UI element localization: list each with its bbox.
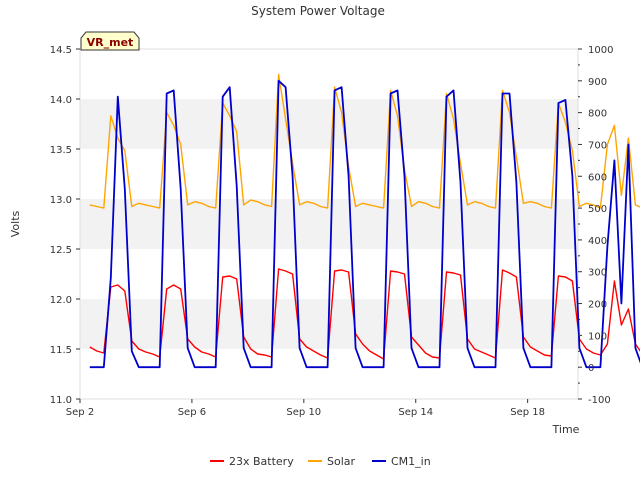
x-axis-label: Time	[552, 423, 580, 436]
vr-met-badge: VR_met	[80, 31, 140, 51]
y-right-tick-label: 400	[588, 236, 607, 247]
legend-label-23x-battery: 23x Battery	[229, 455, 294, 468]
y-axis-label: Volts	[9, 210, 22, 237]
y-left-tick-label: 13.5	[50, 145, 72, 156]
y-right-tick-label: 600	[588, 172, 607, 183]
x-tick-label: Sep 18	[510, 407, 545, 418]
y-left-tick-label: 14.5	[50, 45, 72, 56]
y-right-tick-label: 900	[588, 77, 607, 88]
x-tick-label: Sep 2	[66, 407, 94, 418]
y-left-tick-label: 14.0	[50, 95, 72, 106]
y-right-tick-label: 500	[588, 204, 607, 215]
chart-root: 11.0 11.5 12.0 12.5 13.0 13.5 14.0 14.5 -100 0 100…	[0, 0, 640, 480]
grid-band	[80, 99, 578, 149]
y-right-tick-label: -100	[588, 395, 611, 406]
y-right-tick-label: 700	[588, 140, 607, 151]
y-right-tick-label: 800	[588, 109, 607, 120]
y-right-tick-label: 1000	[588, 45, 613, 56]
x-tick-label: Sep 14	[398, 407, 433, 418]
x-tick-label: Sep 6	[178, 407, 206, 418]
y-right-tick-label: 200	[588, 300, 607, 311]
chart-svg: 11.0 11.5 12.0 12.5 13.0 13.5 14.0 14.5 -100 0 100…	[9, 4, 640, 468]
y-left-tick-label: 12.5	[50, 245, 72, 256]
legend: 23x Battery Solar CM1_in	[210, 455, 431, 468]
x-tick-label: Sep 10	[286, 407, 321, 418]
y-right-tick-label: 100	[588, 331, 607, 342]
y-left-tick-label: 11.0	[50, 395, 72, 406]
y-left-tick-label: 13.0	[50, 195, 72, 206]
legend-label-cm1-in: CM1_in	[391, 455, 431, 468]
badge-label: VR_met	[87, 36, 134, 49]
legend-label-solar: Solar	[327, 455, 356, 468]
y-right-tick-label: 300	[588, 268, 607, 279]
y-left-tick-label: 11.5	[50, 345, 72, 356]
chart-title: System Power Voltage	[251, 4, 385, 18]
y-left-tick-label: 12.0	[50, 295, 72, 306]
y-right-tick-label: 0	[588, 363, 594, 374]
